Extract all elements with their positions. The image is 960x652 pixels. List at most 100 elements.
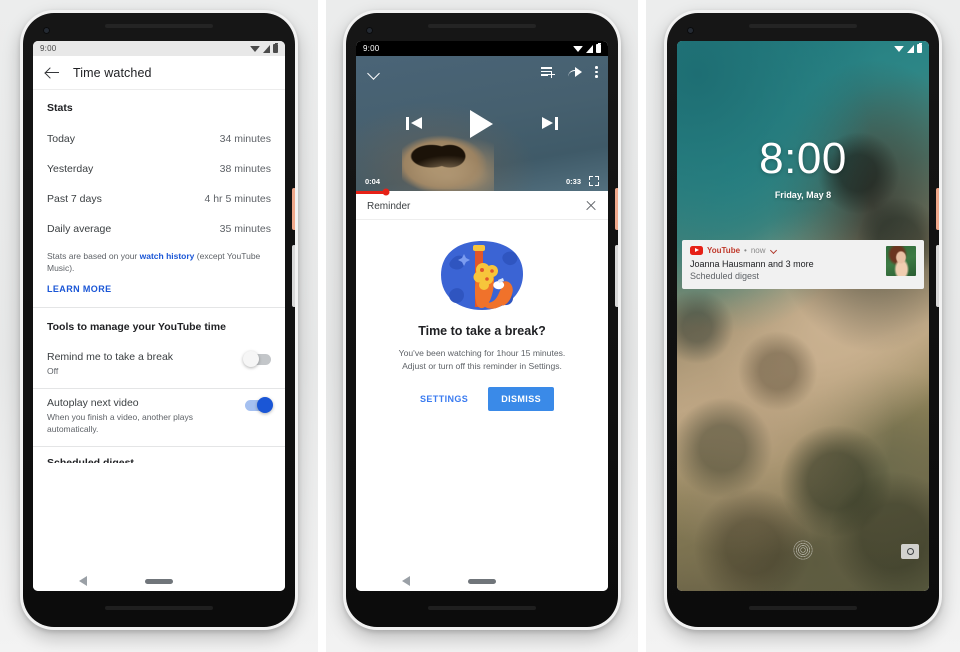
three-phone-showcase: 9:00 Time watched Stats Today 34 minutes… xyxy=(0,0,960,652)
chevron-down-icon[interactable] xyxy=(366,66,379,79)
status-bar-1: 9:00 xyxy=(33,41,285,56)
setting-title: Autoplay next video xyxy=(47,396,139,409)
phone-panel-settings: 9:00 Time watched Stats Today 34 minutes… xyxy=(0,0,318,652)
stat-label: Past 7 days xyxy=(47,193,102,205)
chevron-down-icon[interactable] xyxy=(770,247,777,254)
setting-row-break-reminder[interactable]: Remind me to take a break Off xyxy=(33,343,285,388)
signal-icon xyxy=(907,44,914,53)
stats-heading: Stats xyxy=(47,102,73,114)
learn-more-link[interactable]: LEARN MORE xyxy=(33,277,285,307)
wallpaper-texture xyxy=(677,41,929,591)
setting-subtitle: When you finish a video, another plays a… xyxy=(47,411,194,434)
volume-button[interactable] xyxy=(615,245,618,307)
table-row: Daily average 35 minutes xyxy=(33,214,285,244)
dialog-title: Time to take a break? xyxy=(418,323,546,338)
battery-icon xyxy=(917,43,922,53)
stat-label: Today xyxy=(47,133,76,145)
clock-time: 8:00 xyxy=(759,134,847,183)
nav-back-icon[interactable] xyxy=(79,576,87,586)
status-bar-3 xyxy=(677,41,929,56)
phone-panel-lockscreen: 8:00 Friday, May 8 YouTube • now Joanna … xyxy=(646,0,960,652)
fingerprint-icon[interactable] xyxy=(792,539,814,561)
clock-date: Friday, May 8 xyxy=(774,190,832,200)
earpiece-speaker xyxy=(105,24,213,28)
video-progress-bar[interactable] xyxy=(356,188,608,196)
notification-time: now xyxy=(750,246,766,255)
power-button[interactable] xyxy=(936,188,939,230)
stats-disclaimer: Stats are based on your watch history (e… xyxy=(33,244,285,277)
power-button[interactable] xyxy=(615,188,618,230)
previous-track-icon[interactable] xyxy=(406,116,423,131)
app-bar: Time watched xyxy=(33,56,285,90)
front-camera xyxy=(366,27,373,34)
wifi-icon xyxy=(250,45,260,52)
stat-value: 34 minutes xyxy=(219,133,271,145)
volume-button[interactable] xyxy=(292,245,295,307)
nav-home-pill[interactable] xyxy=(468,578,496,584)
setting-title: Remind me to take a break xyxy=(47,350,174,363)
add-to-queue-icon[interactable] xyxy=(541,66,555,78)
dialog-body: You've been watching for 1hour 15 minute… xyxy=(370,347,594,374)
nav-back-icon[interactable] xyxy=(402,576,410,586)
bottom-speaker xyxy=(749,606,857,610)
autoplay-toggle[interactable] xyxy=(245,397,273,414)
panel-divider xyxy=(638,0,646,652)
power-button[interactable] xyxy=(292,188,295,230)
next-track-icon[interactable] xyxy=(541,116,558,131)
setting-row-autoplay[interactable]: Autoplay next video When you finish a vi… xyxy=(33,389,285,446)
back-arrow-icon[interactable] xyxy=(45,65,60,80)
setting-row-scheduled-digest[interactable]: Scheduled digest xyxy=(33,447,285,463)
break-reminder-toggle[interactable] xyxy=(243,351,271,368)
bottom-speaker xyxy=(428,606,536,610)
sheet-title: Reminder xyxy=(367,200,411,212)
screen-1: 9:00 Time watched Stats Today 34 minutes… xyxy=(33,41,285,591)
settings-button[interactable]: SETTINGS xyxy=(410,388,478,410)
notification-subtitle: Scheduled digest xyxy=(690,271,760,281)
reminder-sheet-header: Reminder xyxy=(356,193,608,220)
battery-icon xyxy=(273,43,278,53)
status-time: 9:00 xyxy=(363,44,380,53)
volume-button[interactable] xyxy=(936,245,939,307)
overflow-menu-icon[interactable] xyxy=(595,66,598,78)
front-camera xyxy=(687,27,694,34)
status-time: 9:00 xyxy=(40,44,57,53)
notification-card[interactable]: YouTube • now Joanna Hausmann and 3 more… xyxy=(682,240,924,289)
video-player[interactable]: 0:04 0:33 xyxy=(356,56,608,191)
stat-label: Daily average xyxy=(47,223,112,235)
screen-2: 9:00 0:04 0:33 Reminder Time to take a b… xyxy=(356,41,608,591)
share-icon[interactable] xyxy=(568,66,582,78)
notification-app-name: YouTube xyxy=(707,246,741,255)
nav-home-pill[interactable] xyxy=(145,578,173,584)
phone-frame-3: 8:00 Friday, May 8 YouTube • now Joanna … xyxy=(664,10,942,630)
wifi-icon xyxy=(573,45,583,52)
stat-value: 38 minutes xyxy=(219,163,271,175)
earpiece-speaker xyxy=(749,24,857,28)
signal-icon xyxy=(263,44,270,53)
navigation-bar-1 xyxy=(33,571,285,591)
panel-divider xyxy=(318,0,326,652)
wifi-icon xyxy=(894,45,904,52)
phone-frame-2: 9:00 0:04 0:33 Reminder Time to take a b… xyxy=(343,10,621,630)
lockscreen-clock: 8:00 Friday, May 8 xyxy=(677,134,929,201)
youtube-icon xyxy=(690,246,703,255)
close-icon[interactable] xyxy=(585,200,597,212)
note-text-before: Stats are based on your xyxy=(47,251,140,261)
table-row: Yesterday 38 minutes xyxy=(33,154,285,184)
duration: 0:33 xyxy=(565,176,581,186)
phone-frame-1: 9:00 Time watched Stats Today 34 minutes… xyxy=(20,10,298,630)
camera-icon[interactable] xyxy=(901,544,919,559)
watch-history-link[interactable]: watch history xyxy=(140,251,195,261)
break-reminder-dialog: Time to take a break? You've been watchi… xyxy=(356,219,608,412)
lockscreen-wallpaper xyxy=(677,41,929,591)
signal-icon xyxy=(586,44,593,53)
fullscreen-icon[interactable] xyxy=(589,176,599,186)
current-time: 0:04 xyxy=(365,176,381,186)
play-icon[interactable] xyxy=(470,109,494,138)
battery-icon xyxy=(596,43,601,53)
dialog-body-line2: Adjust or turn off this reminder in Sett… xyxy=(402,360,562,371)
progress-scrubber[interactable] xyxy=(382,188,390,196)
dismiss-button[interactable]: DISMISS xyxy=(488,387,555,412)
page-title: Time watched xyxy=(73,65,152,80)
monkey-on-pole-illustration xyxy=(440,240,524,312)
bottom-speaker xyxy=(105,606,213,610)
